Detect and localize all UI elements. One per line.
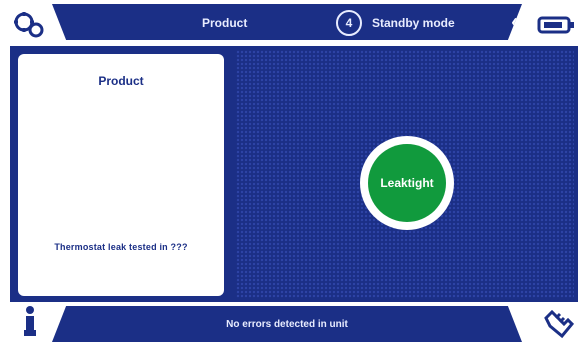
screen: Product 4 Standby mode ‹ › Product Therm…	[0, 0, 585, 347]
main-area: Product Thermostat leak tested in ???	[10, 46, 578, 302]
header-bar: Product 4 Standby mode ‹ ›	[52, 4, 522, 40]
battery-icon[interactable]	[535, 12, 577, 38]
status-indicator: Leaktight	[360, 136, 454, 230]
footer-message: No errors detected in unit	[226, 319, 348, 330]
panel-info: Thermostat leak tested in ???	[54, 242, 188, 252]
panel-title: Product	[98, 74, 144, 88]
page-title: Product	[202, 16, 248, 30]
previous-button[interactable]: ‹	[506, 10, 522, 34]
status-label: Leaktight	[368, 144, 446, 222]
mode-label: Standby mode	[372, 16, 455, 30]
person-icon[interactable]	[20, 304, 40, 340]
hand-icon[interactable]	[538, 304, 576, 342]
product-panel: Product Thermostat leak tested in ???	[18, 54, 224, 296]
footer-bar: No errors detected in unit	[52, 306, 522, 342]
step-badge: 4	[336, 10, 362, 36]
gears-icon[interactable]	[12, 10, 50, 40]
